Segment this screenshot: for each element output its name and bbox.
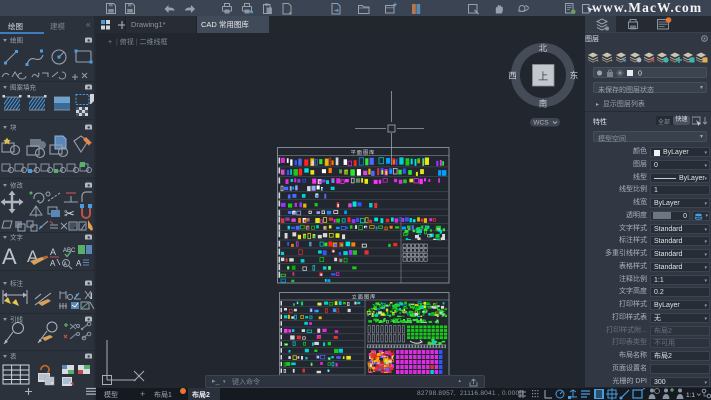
svg-text:平面图库: 平面图库 xyxy=(351,148,376,156)
svg-text:绘图: 绘图 xyxy=(10,36,23,45)
svg-text:上: 上 xyxy=(538,71,548,83)
svg-text:西: 西 xyxy=(508,71,517,81)
svg-text:立面图库: 立面图库 xyxy=(352,293,377,301)
svg-text:文字: 文字 xyxy=(10,233,24,242)
svg-text:0: 0 xyxy=(638,70,642,77)
svg-text:南: 南 xyxy=(539,99,548,109)
svg-text:图案填充: 图案填充 xyxy=(10,83,37,92)
svg-text:标注: 标注 xyxy=(10,279,24,288)
svg-text:修改: 修改 xyxy=(10,181,24,190)
svg-text:A: A xyxy=(76,259,82,268)
svg-text:块: 块 xyxy=(10,123,17,132)
svg-text:A: A xyxy=(2,244,17,269)
svg-text:A: A xyxy=(50,259,56,268)
svg-text:表: 表 xyxy=(10,352,17,361)
svg-text:东: 东 xyxy=(570,71,579,81)
svg-text:北: 北 xyxy=(539,43,548,53)
svg-text:I: I xyxy=(90,291,93,301)
svg-text:WCS: WCS xyxy=(533,120,549,127)
svg-text:A: A xyxy=(50,247,56,257)
svg-text:1:1: 1:1 xyxy=(686,392,695,399)
svg-text:✂: ✂ xyxy=(64,206,75,221)
